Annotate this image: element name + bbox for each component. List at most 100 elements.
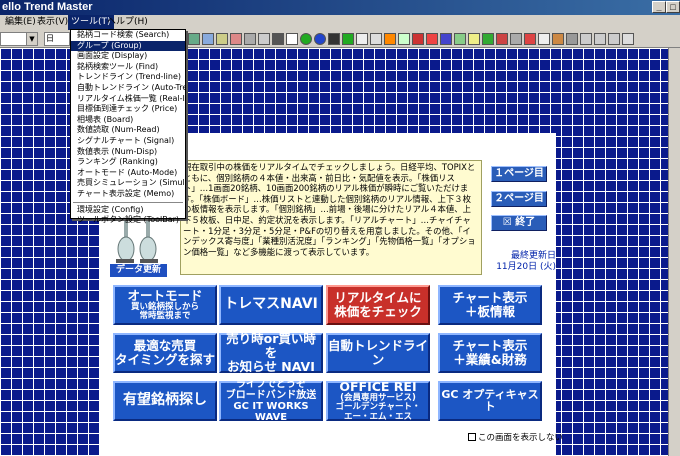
yen-icon[interactable] (468, 33, 480, 45)
no-show-label: この画面を表示しない (478, 433, 564, 443)
tools-dropdown-menu: 銘柄コード検索 (Search) グループ (Group) 画面設定 (Displa… (70, 29, 186, 224)
flag-icon[interactable] (440, 33, 452, 45)
menu-item[interactable]: 数値読取 (Num-Read) (71, 125, 185, 136)
page1-button[interactable]: １ページ目 (491, 166, 547, 182)
alert-icon[interactable] (496, 33, 508, 45)
minimize-button[interactable]: _ (652, 1, 666, 13)
folder-icon[interactable] (552, 33, 564, 45)
last-updated-label: 最終更新日 (510, 251, 556, 261)
pen-icon[interactable] (398, 33, 410, 45)
settings-icon[interactable] (566, 33, 578, 45)
title-bar: ello Trend Master _ □ (0, 0, 680, 15)
trade-timing-tile[interactable]: 最適な売買 タイミングを探す (113, 333, 217, 373)
bar-icon[interactable] (202, 33, 214, 45)
tile-label: ＋業績&財務 (453, 352, 527, 367)
tremas-navi-tile[interactable]: トレマスNAVI (219, 285, 323, 325)
last-updated: 最終更新日 11月20日 (火) (486, 251, 556, 273)
mosaic-icon[interactable] (412, 33, 424, 45)
bars-icon[interactable] (370, 33, 382, 45)
print-icon[interactable] (272, 33, 284, 45)
tile-label: 売り時or買い時を (226, 331, 316, 361)
stock-combo[interactable]: ▼ (0, 32, 38, 46)
screen-icon[interactable] (510, 33, 522, 45)
tile-label: ライブでどうぞ (236, 379, 306, 390)
table-icon[interactable] (342, 33, 354, 45)
menu-item[interactable]: 売買シミュレーション (Simulation) (71, 178, 185, 189)
menu-bar: 編集(E) 表示(V) ツール(T) ヘルプ(H) (0, 15, 680, 30)
tile-label: 自動トレンドライン (328, 338, 429, 367)
live-broadcast-tile[interactable]: ライブでどうぞ ブロードバンド放送 GC IT WORKS WAVE (219, 379, 323, 423)
auto-mode-tile[interactable]: オートモード 買い銘柄探しから 常時監視まで (113, 285, 217, 325)
menu-item[interactable]: 環境設定 (Config) (71, 205, 185, 216)
menu-item[interactable]: トレンドライン (Trend-line) (71, 72, 185, 83)
chart-performance-tile[interactable]: チャート表示 ＋業績&財務 (438, 333, 542, 373)
list-icon[interactable] (244, 33, 256, 45)
menu-view[interactable]: 表示(V) (34, 15, 71, 30)
tile-label: オートモード (127, 287, 203, 303)
cascade-icon[interactable] (608, 33, 620, 45)
maximize-button[interactable]: □ (666, 1, 680, 13)
tile-label: GC オプティキャスト (441, 387, 539, 413)
realtime-check-tile[interactable]: リアルタイムに 株価をチェック (326, 285, 430, 325)
chart-icon[interactable] (286, 33, 298, 45)
end-button[interactable]: ☒ 終了 (491, 215, 547, 231)
promising-stocks-tile[interactable]: 有望銘柄探し (113, 381, 217, 421)
checkbox-icon[interactable] (468, 433, 476, 441)
week-icon[interactable] (216, 33, 228, 45)
tile-sublabel: 常時監視まで (139, 310, 191, 321)
last-updated-date: 11月20日 (火) (496, 262, 556, 272)
tile-label: ＋板情報 (464, 304, 515, 319)
menu-item[interactable]: 銘柄コード検索 (Search) (71, 30, 185, 41)
menu-item[interactable]: 相場表 (Board) (71, 115, 185, 126)
period-value: 日 (46, 34, 54, 43)
menu-item[interactable]: チャート表示設定 (Memo) (71, 189, 185, 200)
menu-item[interactable]: ランキング (Ranking) (71, 157, 185, 168)
green-circle-icon[interactable] (300, 33, 312, 45)
intro-text: 現在取引中の株価をリアルタイムでチェックしましょう。日経平均、TOPIXとともに… (180, 160, 482, 275)
menu-item[interactable]: 数値表示 (Num-Disp) (71, 147, 185, 158)
menu-item[interactable]: グループ (Group) (71, 40, 185, 52)
menu-help[interactable]: ヘルプ(H) (104, 15, 151, 30)
dropdown-group-main: 銘柄コード検索 (Search) グループ (Group) 画面設定 (Displa… (71, 30, 185, 200)
grid-icon[interactable] (328, 33, 340, 45)
window-icon[interactable] (580, 33, 592, 45)
period-combo[interactable]: 日 (44, 32, 70, 46)
exclaim-icon[interactable] (524, 33, 536, 45)
menu-item[interactable]: リアルタイム株価一覧 (Real-Ita) (71, 94, 185, 105)
help-icon[interactable] (622, 33, 634, 45)
menu-item[interactable]: 自動トレンドライン (Auto-Trend) (71, 83, 185, 94)
page2-button[interactable]: ２ページ目 (491, 191, 547, 207)
tile-label: 株価をチェック (334, 304, 422, 319)
tile-icon[interactable] (594, 33, 606, 45)
doc-icon[interactable] (538, 33, 550, 45)
dropdown-group-config: 環境設定 (Config) ツールボタン設定 (ToolBar) (71, 205, 185, 226)
auto-trendline-tile[interactable]: 自動トレンドライン (326, 333, 430, 373)
line-icon[interactable] (356, 33, 368, 45)
blue-circle-icon[interactable] (314, 33, 326, 45)
cursor-icon[interactable] (384, 33, 396, 45)
no-show-checkbox[interactable]: この画面を表示しない (468, 431, 563, 443)
tile-label: お知らせ NAVI (227, 358, 315, 374)
data-update-button[interactable]: データ更新 (110, 264, 167, 277)
buysell-navi-tile[interactable]: 売り時or買い時を お知らせ NAVI (219, 331, 323, 374)
tile-sublabel: エー・エム・エス (343, 411, 412, 422)
tile-label: トレマスNAVI (224, 296, 318, 313)
tree-icon[interactable] (482, 33, 494, 45)
menu-item[interactable]: 画面設定 (Display) (71, 51, 185, 62)
tile-label: チャート表示 (452, 290, 528, 306)
frame-icon[interactable] (258, 33, 270, 45)
month-icon[interactable] (230, 33, 242, 45)
gc-opticast-tile[interactable]: GC オプティキャスト (438, 381, 542, 421)
candle-icon[interactable] (188, 33, 200, 45)
menu-item[interactable]: シグナルチャート (Signal) (71, 136, 185, 147)
book-icon[interactable] (426, 33, 438, 45)
trend-icon[interactable] (454, 33, 466, 45)
chart-board-tile[interactable]: チャート表示 ＋板情報 (438, 285, 542, 325)
vertical-scrollbar[interactable] (668, 48, 680, 456)
office-rei-tile[interactable]: OFFICE REI (会員専用サービス) ゴールデンチャート・ エー・エム・エ… (326, 380, 430, 422)
tile-label: GC IT WORKS WAVE (233, 401, 309, 423)
menu-item[interactable]: 銘柄検索ツール (Find) (71, 62, 185, 73)
menu-item[interactable]: オートモード (Auto-Mode) (71, 168, 185, 179)
menu-item[interactable]: 目標価到達チェック (Price) (71, 104, 185, 115)
menu-item[interactable]: ツールボタン設定 (ToolBar) (71, 215, 185, 226)
